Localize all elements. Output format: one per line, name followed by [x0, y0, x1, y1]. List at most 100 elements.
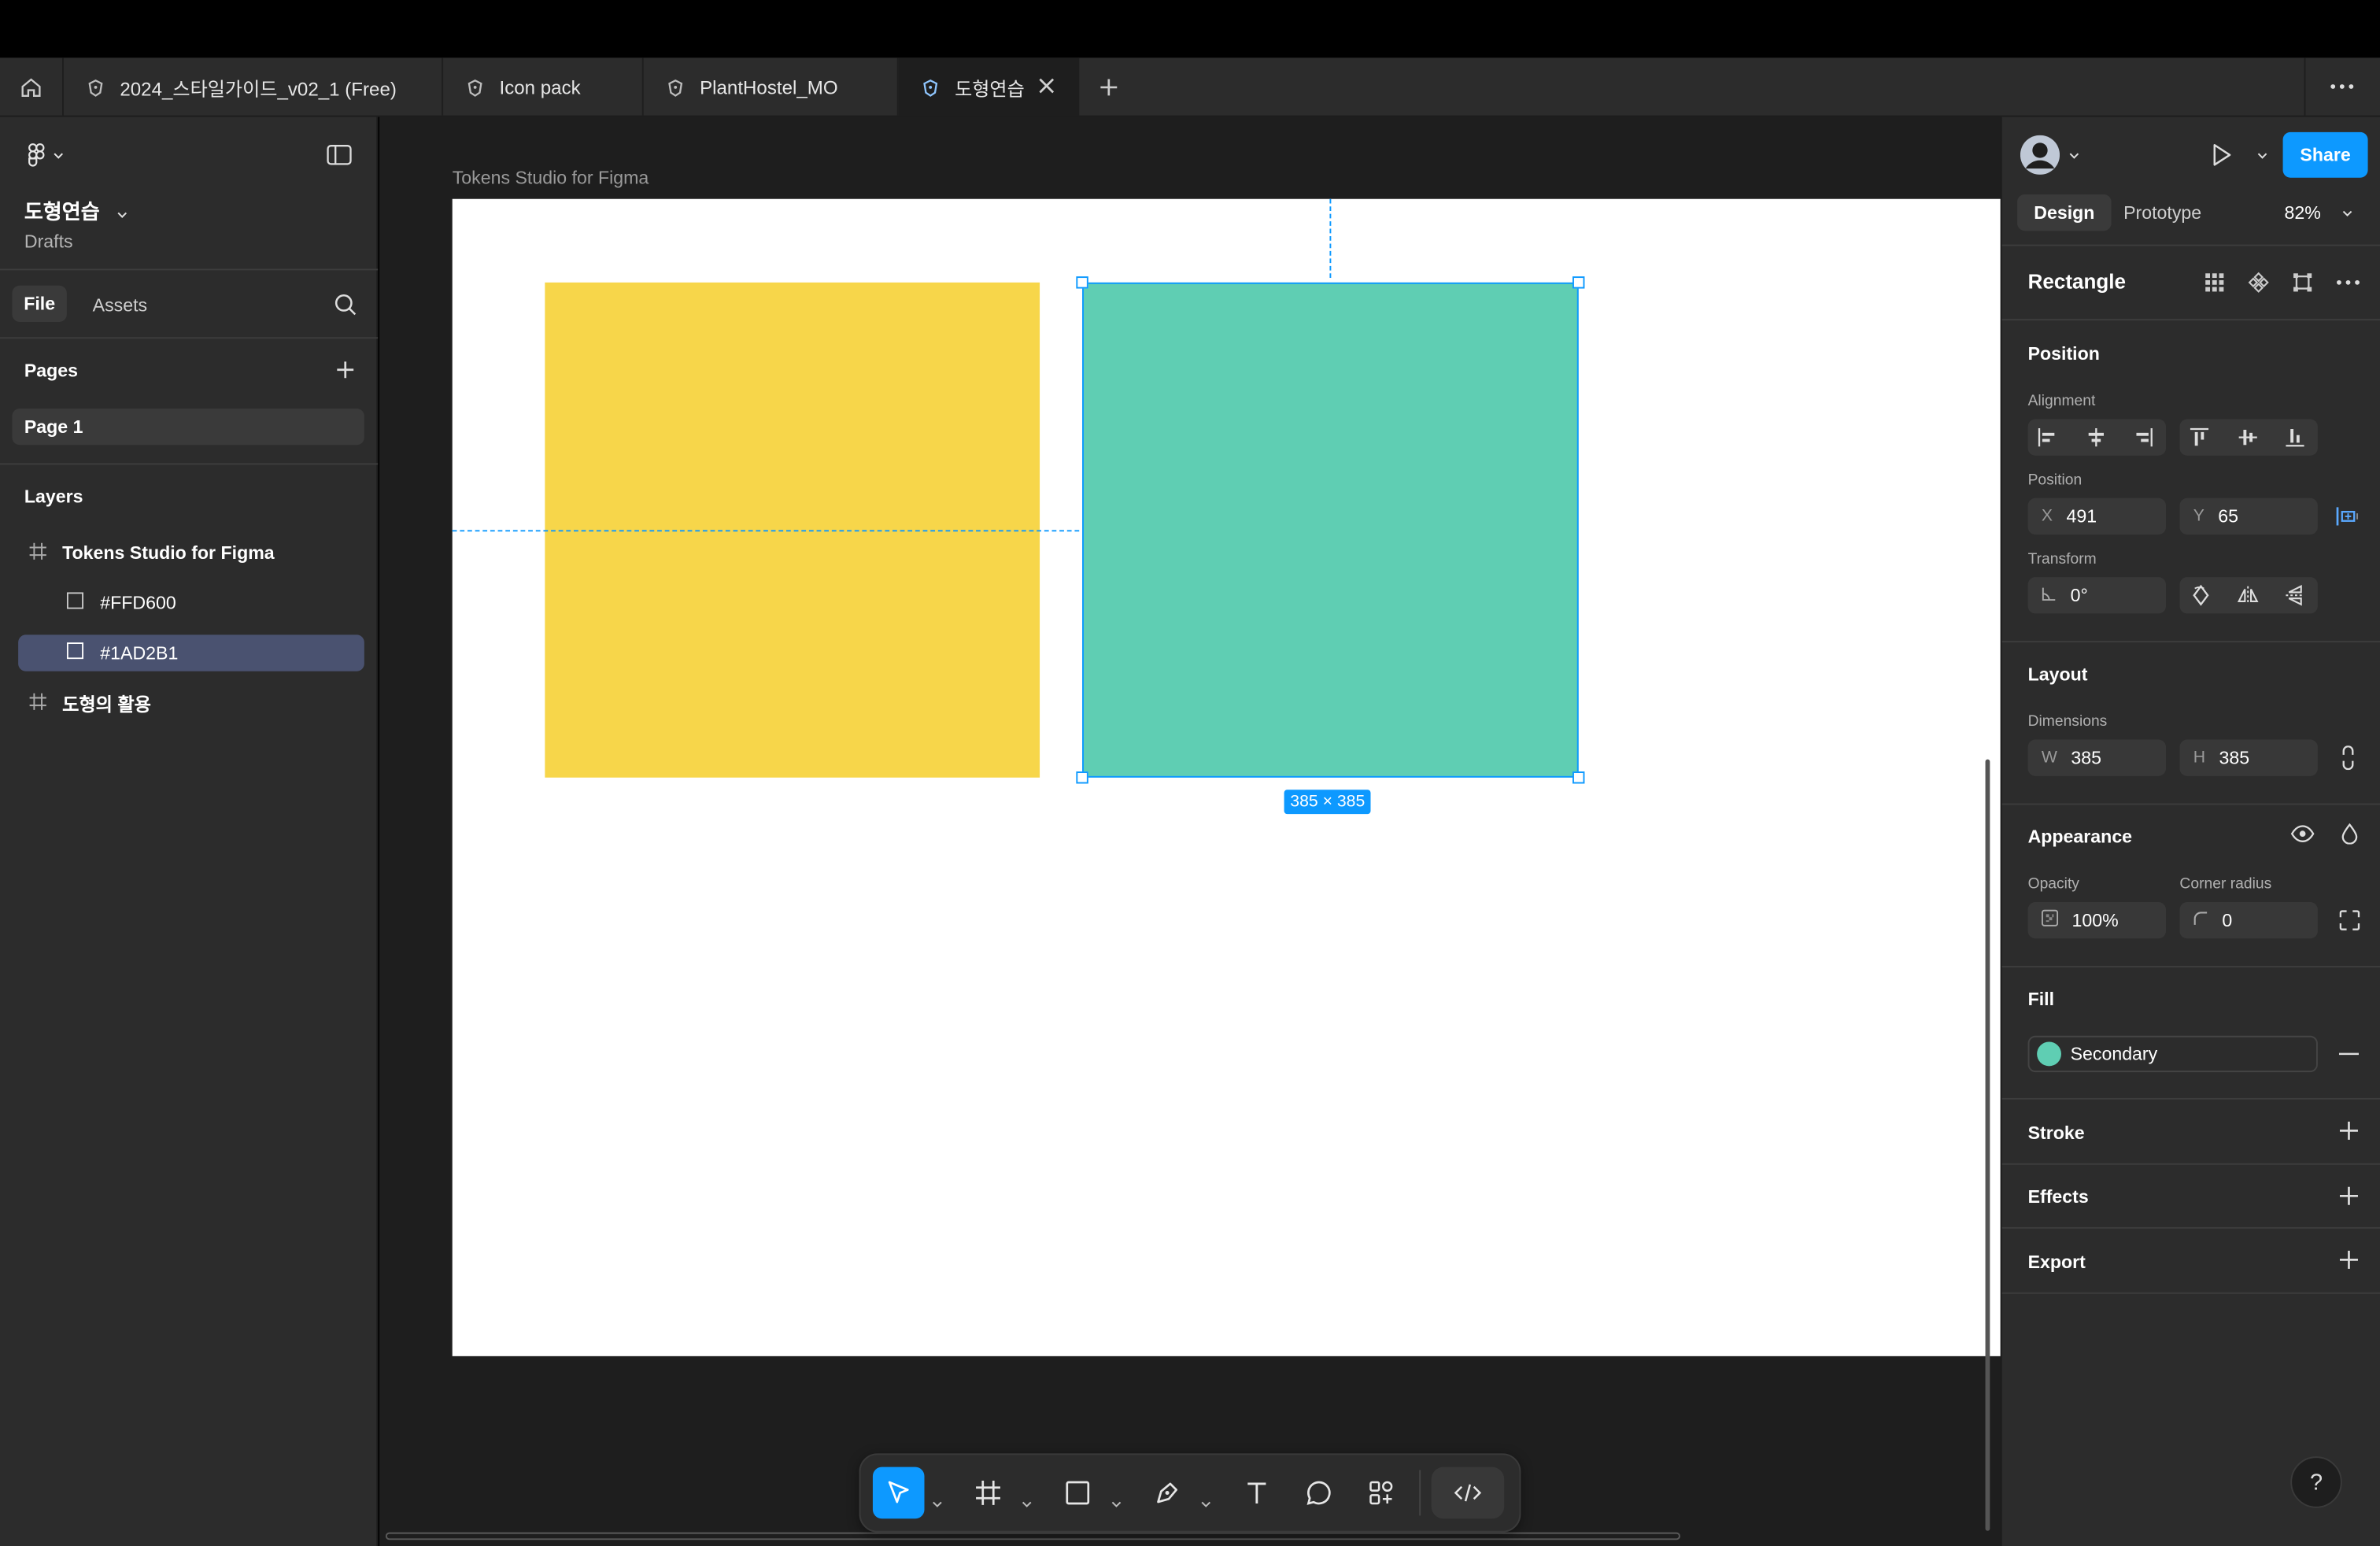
tab-active-file[interactable]: 도형연습: [898, 57, 1080, 117]
add-effect-icon[interactable]: [2339, 1186, 2359, 1206]
sidebar-toggle-icon[interactable]: [327, 144, 353, 165]
close-icon[interactable]: [1037, 76, 1056, 100]
add-page-icon[interactable]: [335, 360, 355, 379]
text-tool[interactable]: [1231, 1467, 1283, 1519]
resize-handle[interactable]: [1076, 771, 1088, 784]
chevron-down-icon: [2069, 152, 2079, 158]
independent-corners-icon[interactable]: [2339, 910, 2360, 931]
x-field[interactable]: X 491: [2027, 497, 2167, 535]
frame-icon: [29, 542, 47, 564]
pen-tool[interactable]: [1141, 1467, 1193, 1519]
align-right-icon[interactable]: [2133, 427, 2154, 448]
spacing-guide-horizontal: [452, 530, 1080, 532]
align-top-icon[interactable]: [2189, 427, 2210, 448]
transform-label: Transform: [2027, 551, 2097, 568]
chevron-down-icon[interactable]: [1111, 1489, 1122, 1516]
color-swatch[interactable]: [2037, 1041, 2061, 1067]
frame-label[interactable]: Tokens Studio for Figma: [453, 167, 649, 188]
alignment-label: Alignment: [2027, 393, 2096, 410]
blend-mode-icon[interactable]: [2341, 823, 2359, 845]
shape-tool[interactable]: [1051, 1467, 1103, 1519]
chevron-down-icon[interactable]: [1022, 1489, 1033, 1516]
horizontal-scrollbar[interactable]: [385, 1532, 1680, 1540]
mask-icon[interactable]: [2292, 272, 2313, 293]
help-button[interactable]: ?: [2290, 1456, 2342, 1508]
green-rectangle[interactable]: [1082, 282, 1579, 778]
bottom-toolbar: [859, 1453, 1521, 1533]
tab-label: 도형연습: [955, 79, 1025, 101]
chevron-down-icon[interactable]: [932, 1489, 943, 1516]
layer-frame-tokens[interactable]: Tokens Studio for Figma: [18, 534, 364, 571]
page-item[interactable]: Page 1: [12, 408, 364, 446]
width-field[interactable]: W 385: [2027, 739, 2167, 776]
home-icon[interactable]: [20, 76, 42, 98]
component-icon[interactable]: [2248, 272, 2269, 293]
constrain-proportions-icon[interactable]: [2342, 745, 2354, 771]
move-tool[interactable]: [872, 1466, 925, 1519]
comment-tool[interactable]: [1293, 1467, 1345, 1519]
add-export-icon[interactable]: [2339, 1250, 2359, 1270]
tab-prototype[interactable]: Prototype: [2123, 202, 2201, 224]
resize-handle[interactable]: [1572, 276, 1585, 289]
opacity-label: Opacity: [2027, 876, 2079, 893]
tab-assets[interactable]: Assets: [93, 294, 147, 316]
y-field[interactable]: Y 65: [2179, 497, 2318, 535]
canvas[interactable]: Tokens Studio for Figma 385 × 385: [379, 117, 2001, 1546]
corner-radius-field[interactable]: 0: [2179, 901, 2318, 939]
rotation-field[interactable]: 0°: [2027, 577, 2167, 614]
add-tab-icon[interactable]: [1099, 77, 1118, 97]
project-title[interactable]: 도형연습: [24, 194, 128, 225]
search-icon[interactable]: [334, 293, 357, 316]
layer-frame-usage[interactable]: 도형의 활용: [18, 685, 364, 721]
spacing-guide-vertical: [1329, 198, 1332, 279]
vertical-scrollbar[interactable]: [1985, 759, 1990, 1531]
rotate-icon[interactable]: [2190, 584, 2212, 606]
align-middle-v-icon[interactable]: [2238, 427, 2259, 448]
present-icon[interactable]: [2212, 142, 2233, 167]
tab-file[interactable]: File: [12, 285, 67, 323]
chevron-down-icon[interactable]: [2257, 152, 2268, 160]
align-bottom-icon[interactable]: [2284, 427, 2305, 448]
actions-tool[interactable]: [1355, 1467, 1407, 1519]
flip-vertical-icon[interactable]: [2284, 584, 2305, 606]
dev-mode-toggle[interactable]: [1431, 1466, 1505, 1519]
right-panel: Share Design Prototype 82% Rectangle Pos…: [2000, 117, 2380, 1546]
stroke-section-title: Stroke: [2027, 1122, 2085, 1144]
add-stroke-icon[interactable]: [2339, 1121, 2359, 1141]
figma-menu-icon[interactable]: [28, 142, 64, 168]
tab-design[interactable]: Design: [2017, 194, 2112, 231]
layer-rect-yellow[interactable]: #FFD600: [18, 585, 364, 621]
resize-handle[interactable]: [1572, 771, 1585, 784]
more-icon[interactable]: [2330, 83, 2354, 90]
figma-file-icon: [665, 76, 686, 98]
comment-icon: [1306, 1481, 1331, 1505]
flip-horizontal-icon[interactable]: [2237, 585, 2259, 606]
avatar[interactable]: [2020, 135, 2079, 175]
chevron-down-icon[interactable]: [117, 201, 128, 224]
opacity-field[interactable]: 100%: [2027, 901, 2167, 939]
eye-icon[interactable]: [2290, 825, 2315, 843]
more-icon[interactable]: [2336, 279, 2360, 286]
grid-icon[interactable]: [2204, 272, 2225, 293]
remove-fill-icon[interactable]: [2338, 1052, 2359, 1056]
frame-tokens-studio[interactable]: 385 × 385: [452, 198, 2001, 1356]
layers-header: Layers: [24, 486, 83, 508]
tab-planthostel[interactable]: PlantHostel_MO: [644, 57, 899, 117]
resize-handle[interactable]: [1076, 276, 1088, 289]
zoom-level[interactable]: 82%: [2284, 202, 2352, 224]
frame-icon: [976, 1481, 1000, 1505]
frame-tool[interactable]: [963, 1467, 1014, 1519]
constraints-icon[interactable]: [2336, 505, 2360, 527]
rectangle-icon: [1066, 1481, 1090, 1505]
chevron-down-icon[interactable]: [1200, 1489, 1211, 1516]
fill-style-field[interactable]: Secondary: [2027, 1035, 2318, 1073]
align-center-h-icon[interactable]: [2086, 427, 2107, 448]
layer-rect-green[interactable]: #1AD2B1: [18, 634, 364, 671]
share-button[interactable]: Share: [2282, 131, 2368, 178]
project-location[interactable]: Drafts: [24, 231, 73, 252]
align-left-icon[interactable]: [2037, 427, 2058, 448]
tab-icon-pack[interactable]: Icon pack: [443, 57, 644, 117]
tab-stylesheet[interactable]: 2024_스타일가이드_v02_1 (Free): [64, 57, 444, 117]
layout-section-title: Layout: [2027, 664, 2088, 686]
height-field[interactable]: H 385: [2179, 739, 2318, 776]
